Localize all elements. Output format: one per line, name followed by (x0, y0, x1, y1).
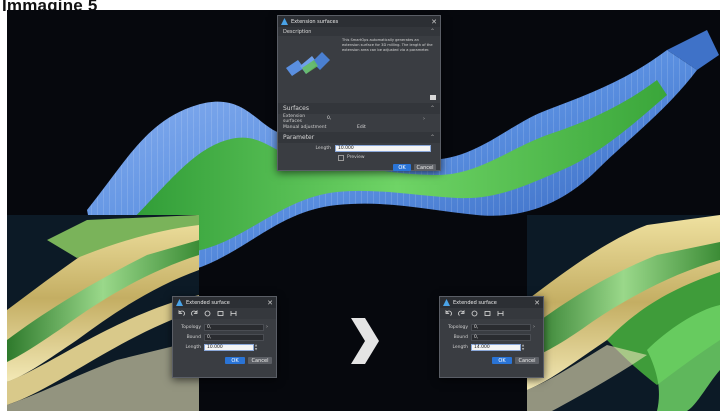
filter-icon[interactable] (203, 310, 211, 318)
right-detail-view (527, 215, 720, 411)
display-icon[interactable] (483, 310, 491, 318)
length-row: Length 10.000 ▲ ▼ (173, 342, 276, 352)
cancel-button[interactable]: Cancel (414, 164, 436, 171)
topology-row: Topology 0, › (173, 322, 276, 332)
cancel-button[interactable]: Cancel (248, 357, 272, 364)
chevron-right-icon[interactable]: › (264, 324, 268, 330)
length-label: Length (452, 344, 468, 350)
topology-row: Topology 0, › (440, 322, 543, 332)
length-input[interactable]: 10.000 (204, 343, 254, 351)
left-extended-surface-dialog: Extended surface ✕ Topology 0, › Bound 0… (172, 296, 277, 378)
dialog-toolbar (440, 308, 543, 319)
redo-icon[interactable] (190, 310, 198, 318)
chevron-right-icon[interactable]: › (531, 324, 535, 330)
bound-row: Bound 0, (440, 332, 543, 342)
length-input[interactable]: 14.000 (471, 343, 521, 351)
topology-field[interactable]: 0, (471, 323, 531, 331)
display-icon[interactable] (216, 310, 224, 318)
preview-row: Preview (278, 153, 440, 162)
bound-label: Bound (453, 334, 468, 340)
length-row: Length 10.000 (278, 143, 440, 153)
dialog-toolbar (173, 308, 276, 319)
ok-button[interactable]: OK (393, 164, 411, 171)
description-text: This SmartOps automatically generates an… (342, 38, 433, 52)
undo-icon[interactable] (444, 310, 452, 318)
measure-icon[interactable] (229, 310, 237, 318)
description-header[interactable]: Description ⌃ (278, 27, 440, 36)
manual-adjustment-row: Manual adjustment Edit (278, 123, 440, 132)
extension-surfaces-dialog: Extension surfaces ✕ Description ⌃ This … (277, 15, 441, 171)
preview-checkbox[interactable] (338, 154, 344, 161)
topology-label: Topology (448, 324, 468, 330)
length-row: Length 14.000 ▲ ▼ (440, 342, 543, 352)
bound-row: Bound 0, (173, 332, 276, 342)
dialog-titlebar[interactable]: Extended surface ✕ (440, 297, 543, 308)
bound-label: Bound (186, 334, 201, 340)
parameter-header[interactable]: Parameter ⌃ (278, 132, 440, 143)
length-stepper[interactable]: ▲ ▼ (521, 343, 525, 351)
length-input[interactable]: 10.000 (335, 144, 431, 152)
description-illustration-icon (286, 52, 330, 76)
topology-label: Topology (181, 324, 201, 330)
redo-icon[interactable] (457, 310, 465, 318)
dialog-title: Extended surface (453, 299, 497, 306)
logo-icon (176, 299, 183, 306)
preview-label: Preview (347, 155, 365, 160)
extension-surfaces-label: Extension surfaces (283, 113, 306, 124)
surfaces-label: Surfaces (283, 105, 309, 112)
topology-field[interactable]: 0, (204, 323, 264, 331)
collapse-icon[interactable]: ⌃ (430, 28, 435, 35)
surfaces-header[interactable]: Surfaces ⌃ (278, 103, 440, 114)
dialog-title: Extended surface (186, 299, 230, 306)
dialog-title: Extension surfaces (291, 18, 339, 25)
parameter-label: Parameter (283, 134, 315, 141)
cad-viewport[interactable]: Extension surfaces ✕ Description ⌃ This … (7, 10, 720, 411)
logo-icon (443, 299, 450, 306)
bound-field[interactable]: 0, (204, 333, 264, 341)
collapse-icon[interactable]: ⌃ (430, 134, 435, 141)
left-detail-view (7, 215, 199, 411)
measure-icon[interactable] (496, 310, 504, 318)
description-label: Description (283, 28, 312, 35)
dialog-titlebar[interactable]: Extension surfaces ✕ (278, 16, 440, 27)
close-icon[interactable]: ✕ (534, 299, 540, 307)
undo-icon[interactable] (177, 310, 185, 318)
chevron-right-icon[interactable]: › (423, 116, 425, 122)
edit-button[interactable]: Edit (357, 125, 366, 130)
length-label: Length (185, 344, 201, 350)
filter-icon[interactable] (470, 310, 478, 318)
length-label: Length (315, 145, 331, 151)
description-panel: This SmartOps automatically generates an… (278, 36, 440, 95)
close-icon[interactable]: ✕ (431, 18, 437, 26)
extension-surfaces-field[interactable]: 0, (325, 116, 423, 122)
manual-adjustment-label: Manual adjustment (283, 125, 327, 130)
ok-button[interactable]: OK (225, 357, 245, 364)
right-extended-surface-dialog: Extended surface ✕ Topology 0, › Bound 0… (439, 296, 544, 378)
logo-icon (281, 18, 288, 25)
next-arrow-icon (351, 318, 379, 364)
dialog-titlebar[interactable]: Extended surface ✕ (173, 297, 276, 308)
info-icon[interactable] (430, 95, 436, 100)
cancel-button[interactable]: Cancel (515, 357, 539, 364)
length-stepper[interactable]: ▲ ▼ (254, 343, 258, 351)
extension-surfaces-row: Extension surfaces 0, › (278, 113, 440, 124)
ok-button[interactable]: OK (492, 357, 512, 364)
bound-field[interactable]: 0, (471, 333, 531, 341)
collapse-icon[interactable]: ⌃ (430, 105, 435, 112)
close-icon[interactable]: ✕ (267, 299, 273, 307)
